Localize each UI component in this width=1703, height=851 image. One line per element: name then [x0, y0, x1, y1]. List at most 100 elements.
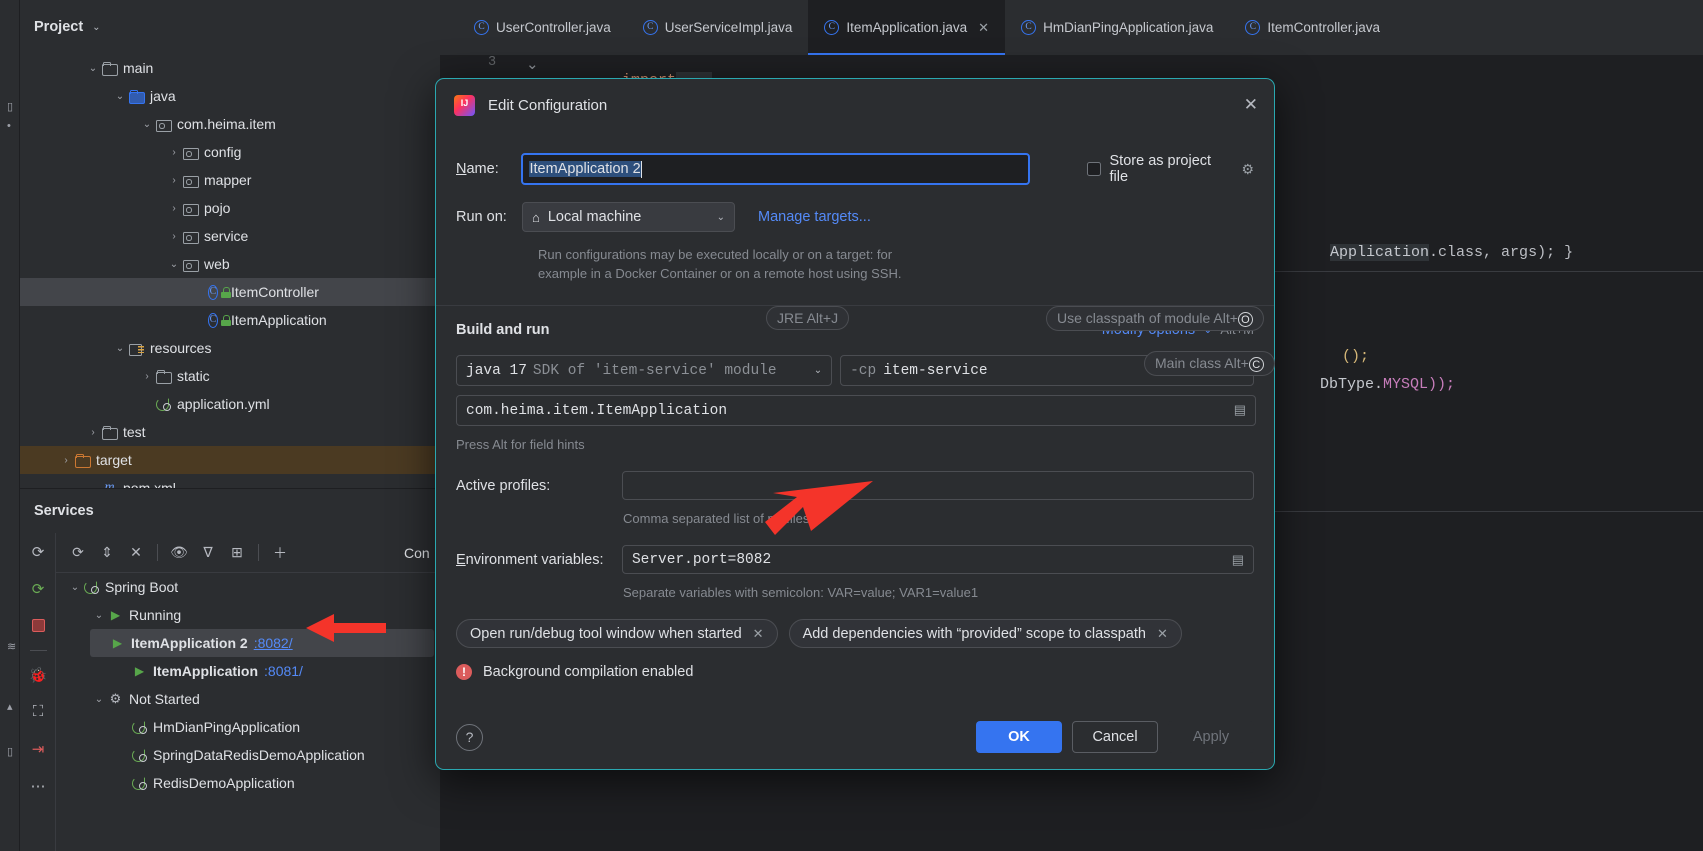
service-item-springdataredisdemoapplication[interactable]: · SpringDataRedisDemoApplication: [56, 741, 440, 769]
project-file-tree[interactable]: ⌄ main ⌄ java ⌄ com.heima.item › config › mapper ›…: [20, 54, 440, 502]
tab-userserviceimpl-java[interactable]: C UserServiceImpl.java: [627, 0, 809, 55]
expand-editor-icon[interactable]: ▤: [1232, 552, 1244, 568]
service-item-running[interactable]: ⌄ ▶ Running: [56, 601, 440, 629]
chip-add-provided-dependencies[interactable]: Add dependencies with “provided” scope t…: [788, 619, 1182, 648]
rerun-debug-icon[interactable]: ⟳: [20, 570, 56, 607]
strip-icon-1[interactable]: ▯: [7, 100, 13, 113]
chevron-down-icon[interactable]: ⌄: [814, 365, 822, 377]
tree-item-resources[interactable]: ⌄ resources: [20, 334, 440, 362]
store-as-project-file-row[interactable]: Store as project file ⚙: [1086, 153, 1254, 185]
name-input[interactable]: ItemApplication 2: [521, 153, 1030, 185]
project-panel-header[interactable]: Project ⌄: [20, 0, 440, 54]
tab-usercontroller-java[interactable]: C UserController.java: [458, 0, 627, 55]
services-side-toolbar[interactable]: ⟳ ⟳ 🐞 ⛶ ⇥ ⋯: [20, 533, 56, 851]
close-icon[interactable]: ✕: [978, 20, 989, 36]
tree-item-config[interactable]: › config: [20, 138, 440, 166]
chevron-down-icon[interactable]: ⌄: [92, 22, 100, 33]
service-item-itemapplication-2[interactable]: · ▶ ItemApplication 2:8082/: [90, 629, 434, 657]
cancel-button[interactable]: Cancel: [1072, 721, 1158, 753]
tree-item-web[interactable]: ⌄ web: [20, 250, 440, 278]
more-icon[interactable]: ⋯: [20, 767, 56, 804]
filter-icon[interactable]: ∇: [195, 540, 221, 566]
new-tab-icon[interactable]: ⊞: [224, 540, 250, 566]
apply-button[interactable]: Apply: [1168, 721, 1254, 753]
eye-icon[interactable]: 👁: [166, 540, 192, 566]
tree-expander[interactable]: ›: [140, 371, 154, 382]
tree-expander[interactable]: ⌄: [113, 343, 127, 354]
debug-icon[interactable]: 🐞: [20, 656, 56, 693]
tree-expander[interactable]: ⌄: [113, 91, 127, 102]
service-expander[interactable]: ⌄: [92, 694, 106, 705]
tree-item-mapper[interactable]: › mapper: [20, 166, 440, 194]
tree-expander[interactable]: ›: [167, 203, 181, 214]
help-button[interactable]: ?: [456, 723, 483, 751]
service-expander[interactable]: ·: [116, 750, 130, 761]
add-icon[interactable]: ＋: [267, 540, 293, 566]
left-tool-strip[interactable]: ▯ • ≋ ▴ ▯: [0, 0, 20, 851]
tree-expander[interactable]: ·: [194, 287, 208, 298]
services-tree[interactable]: ⌄ Spring Boot ⌄ ▶ Running · ▶ ItemApplication 2…: [56, 573, 440, 851]
chip-open-run-debug-tool-window[interactable]: Open run/debug tool window when started …: [456, 619, 778, 648]
tree-expander[interactable]: ⌄: [167, 259, 181, 270]
run-on-select[interactable]: ⌂ Local machine ⌄: [522, 202, 735, 232]
strip-icon-5[interactable]: ▯: [7, 745, 13, 758]
tree-expander[interactable]: ›: [167, 147, 181, 158]
service-item-redisdemoapplication[interactable]: · RedisDemoApplication: [56, 769, 440, 797]
services-top-toolbar[interactable]: ⟳ ⇕ ✕ 👁 ∇ ⊞ ＋: [56, 533, 440, 573]
service-port-link[interactable]: :8081/: [264, 663, 303, 679]
chevron-down-icon[interactable]: ⌄: [717, 212, 725, 223]
store-as-project-file-checkbox[interactable]: [1086, 162, 1101, 176]
close-icon[interactable]: ✕: [1157, 626, 1168, 642]
tree-item-java[interactable]: ⌄ java: [20, 82, 440, 110]
tree-item-com-heima-item[interactable]: ⌄ com.heima.item: [20, 110, 440, 138]
tree-item-itemcontroller[interactable]: ·C ItemController: [20, 278, 440, 306]
tab-itemcontroller-java[interactable]: C ItemController.java: [1229, 0, 1396, 55]
expand-editor-icon[interactable]: ▤: [1234, 403, 1246, 418]
tab-hmdianpingapplication-java[interactable]: C HmDianPingApplication.java: [1005, 0, 1229, 55]
tree-item-static[interactable]: › static: [20, 362, 440, 390]
tree-item-target[interactable]: › target: [20, 446, 440, 474]
tree-expander[interactable]: ›: [86, 427, 100, 438]
service-item-not-started[interactable]: ⌄ ⚙ Not Started: [56, 685, 440, 713]
strip-icon-4[interactable]: ▴: [7, 700, 13, 713]
editor-tab-bar[interactable]: C UserController.java C UserServiceImpl.jav…: [440, 0, 1703, 55]
environment-variables-input[interactable]: Server.port=8082 ▤: [621, 545, 1254, 574]
service-expander[interactable]: ⌄: [92, 610, 106, 621]
code-fold-arrow[interactable]: ⌄: [526, 55, 539, 74]
tree-expander[interactable]: ›: [167, 231, 181, 242]
tree-expander[interactable]: ·: [194, 315, 208, 326]
camera-icon[interactable]: ⛶: [20, 693, 56, 730]
tree-item-pojo[interactable]: › pojo: [20, 194, 440, 222]
service-expander[interactable]: ·: [94, 638, 108, 649]
exit-icon[interactable]: ⇥: [20, 730, 56, 767]
strip-icon-3[interactable]: ≋: [7, 640, 16, 653]
tree-expander[interactable]: ·: [140, 399, 154, 410]
rerun-icon[interactable]: ⟳: [20, 533, 56, 570]
refresh-icon[interactable]: ⟳: [65, 540, 91, 566]
tree-expander[interactable]: ⌄: [86, 63, 100, 74]
service-item-hmdianpingapplication[interactable]: · HmDianPingApplication: [56, 713, 440, 741]
gear-icon[interactable]: ⚙: [1241, 161, 1254, 178]
service-expander[interactable]: ·: [116, 722, 130, 733]
ok-button[interactable]: OK: [976, 721, 1062, 753]
service-port-link[interactable]: :8082/: [254, 635, 293, 651]
tree-expander[interactable]: ›: [59, 455, 73, 466]
expand-collapse-icon[interactable]: ⇕: [94, 540, 120, 566]
tree-item-application-yml[interactable]: · application.yml: [20, 390, 440, 418]
manage-targets-link[interactable]: Manage targets...: [758, 209, 871, 225]
service-item-spring-boot[interactable]: ⌄ Spring Boot: [56, 573, 440, 601]
tree-expander[interactable]: ›: [167, 175, 181, 186]
close-icon[interactable]: ✕: [753, 626, 764, 642]
active-profiles-input[interactable]: [621, 471, 1254, 500]
stop-icon[interactable]: [20, 607, 56, 644]
service-item-itemapplication[interactable]: · ▶ ItemApplication:8081/: [56, 657, 440, 685]
tree-item-test[interactable]: › test: [20, 418, 440, 446]
service-expander[interactable]: ⌄: [68, 582, 82, 593]
tree-expander[interactable]: ⌄: [140, 119, 154, 130]
tree-item-service[interactable]: › service: [20, 222, 440, 250]
tab-itemapplication-java[interactable]: C ItemApplication.java ✕: [808, 0, 1006, 55]
collapse-all-icon[interactable]: ✕: [123, 540, 149, 566]
jre-select[interactable]: java 17 SDK of 'item-service' module ⌄: [456, 355, 833, 386]
service-expander[interactable]: ·: [116, 778, 130, 789]
service-expander[interactable]: ·: [116, 666, 130, 677]
